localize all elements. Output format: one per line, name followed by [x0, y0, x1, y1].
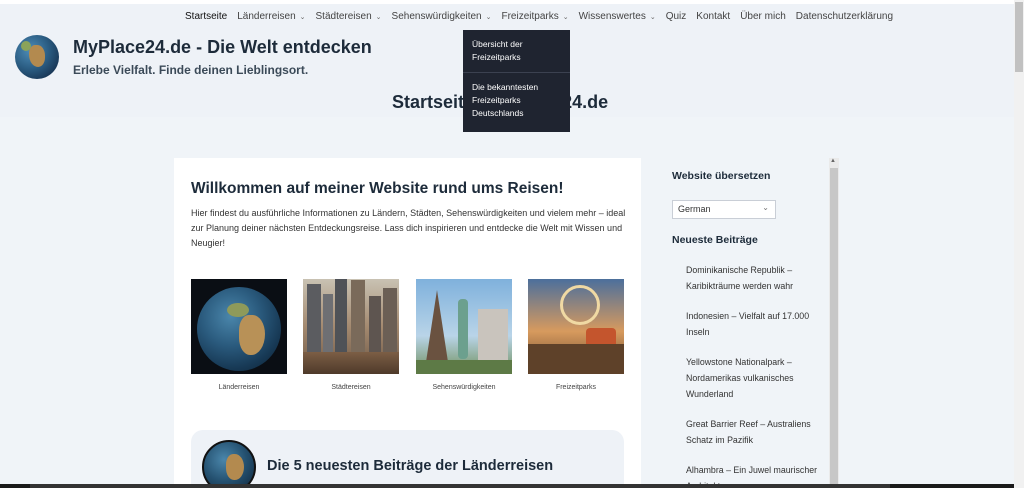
tile-sehenswuerdigkeiten[interactable]: Sehenswürdigkeiten: [416, 279, 512, 391]
scroll-up-arrow-icon[interactable]: ▲: [830, 158, 836, 164]
site-logo-globe-icon[interactable]: [15, 35, 59, 79]
intro-text: Hier findest du ausführliche Information…: [191, 208, 626, 248]
dropdown-item-uebersicht[interactable]: Übersicht der Freizeitparks: [463, 30, 570, 72]
tile-caption: Sehenswürdigkeiten: [432, 384, 496, 391]
sidebar-post-link[interactable]: Dominikanische Republik – Karibikträume …: [686, 262, 822, 294]
main-navigation: Startseite Länderreisen ⌄ Städtereisen ⌄ S…: [180, 11, 898, 22]
latest-posts-sidebar-heading: Neueste Beiträge: [672, 234, 758, 246]
sidebar-post-link[interactable]: Yellowstone Nationalpark – Nordamerikas …: [686, 354, 822, 402]
nav-item-datenschutz[interactable]: Datenschutzerklärung: [791, 11, 898, 22]
chevron-down-icon: ⌄: [485, 13, 492, 21]
sidebar-post-link[interactable]: Great Barrier Reef – Australiens Schatz …: [686, 416, 822, 448]
globe-icon: [202, 440, 256, 488]
tile-caption: Städtereisen: [331, 384, 371, 391]
sidebar-scrollbar[interactable]: ▲: [829, 158, 839, 488]
tile-caption: Länderreisen: [218, 384, 260, 391]
dropdown-item-bekanntesten[interactable]: Die bekanntesten Freizeitparks Deutschla…: [463, 73, 570, 128]
nav-item-startseite[interactable]: Startseite: [180, 11, 232, 22]
globe-image[interactable]: [191, 279, 287, 374]
nav-item-kontakt[interactable]: Kontakt: [691, 11, 735, 22]
translate-heading: Website übersetzen: [672, 170, 771, 182]
tile-caption: Freizeitparks: [555, 384, 597, 391]
language-select[interactable]: German ⌄: [672, 200, 776, 219]
freizeitparks-dropdown-menu: Übersicht der Freizeitparks Die bekannte…: [463, 30, 570, 132]
top-strip: [0, 0, 1014, 4]
chevron-down-icon: ⌄: [299, 13, 306, 21]
amusement-park-image[interactable]: [528, 279, 624, 374]
tile-laenderreisen[interactable]: Länderreisen: [191, 279, 287, 391]
nav-item-quiz[interactable]: Quiz: [661, 11, 692, 22]
sidebar: Website übersetzen German ⌄ Neueste Beit…: [672, 170, 822, 488]
chevron-down-icon: ⌄: [649, 13, 656, 21]
chevron-down-icon: ⌄: [562, 13, 569, 21]
tile-staedtereisen[interactable]: Städtereisen: [303, 279, 399, 391]
nav-item-laenderreisen[interactable]: Länderreisen ⌄: [232, 11, 310, 22]
nav-item-staedtereisen[interactable]: Städtereisen ⌄: [311, 11, 387, 22]
landmarks-image[interactable]: [416, 279, 512, 374]
nav-item-ueber-mich[interactable]: Über mich: [735, 11, 791, 22]
page-scrollbar[interactable]: [1014, 0, 1024, 488]
category-tiles: Länderreisen Städtereisen Sehenswürdigke…: [191, 279, 631, 399]
welcome-heading: Willkommen auf meiner Website rund ums R…: [191, 180, 564, 197]
sidebar-post-link[interactable]: Indonesien – Vielfalt auf 17.000 Inseln: [686, 308, 822, 340]
latest-posts-list: Dominikanische Republik – Karibikträume …: [686, 262, 822, 488]
latest-posts-box: Die 5 neuesten Beiträge der Länderreisen: [191, 430, 624, 488]
city-street-image[interactable]: [303, 279, 399, 374]
nav-item-wissenswertes[interactable]: Wissenswertes ⌄: [574, 11, 661, 22]
site-title[interactable]: MyPlace24.de - Die Welt entdecken: [73, 37, 372, 58]
chevron-down-icon: ⌄: [762, 203, 769, 212]
page-scrollbar-thumb[interactable]: [1015, 2, 1023, 72]
tile-freizeitparks[interactable]: Freizeitparks: [528, 279, 624, 391]
chevron-down-icon: ⌄: [375, 13, 382, 21]
site-tagline: Erlebe Vielfalt. Finde deinen Lieblingso…: [73, 63, 309, 77]
nav-item-sehenswuerdigkeiten[interactable]: Sehenswürdigkeiten ⌄: [387, 11, 497, 22]
latest-posts-heading: Die 5 neuesten Beiträge der Länderreisen: [267, 458, 554, 474]
bottom-bar: [0, 484, 1014, 488]
scrollbar-thumb[interactable]: [830, 168, 838, 488]
nav-item-freizeitparks[interactable]: Freizeitparks ⌄: [496, 11, 573, 22]
main-content: Willkommen auf meiner Website rund ums R…: [174, 158, 641, 488]
